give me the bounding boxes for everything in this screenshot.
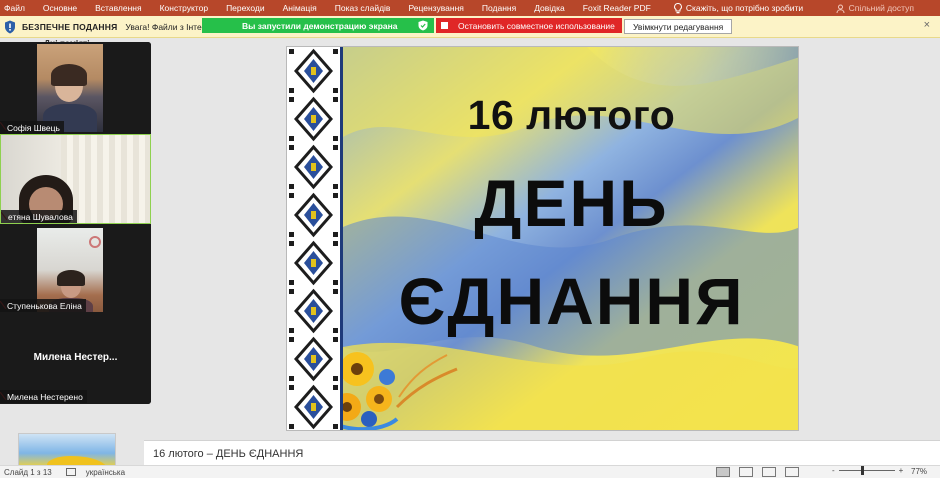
screen-share-status: Вы запустили демонстрацию экрана xyxy=(202,18,434,33)
ribbon-menu-bar: Файл Основне Вставлення Конструктор Пере… xyxy=(0,0,940,16)
slide-heading-line-2[interactable]: ЄДНАННЯ xyxy=(343,263,798,339)
spellcheck-icon[interactable] xyxy=(65,468,76,476)
slide-canvas[interactable]: 16 лютого ДЕНЬ ЄДНАННЯ xyxy=(286,46,799,431)
tab-file[interactable]: Файл xyxy=(0,3,34,13)
tab-home[interactable]: Основне xyxy=(34,3,86,13)
zoom-slider[interactable]: - + xyxy=(832,466,903,475)
tab-slide-show[interactable]: Показ слайдів xyxy=(326,3,400,13)
close-icon[interactable]: × xyxy=(924,19,930,31)
participant-big-name: Милена Нестер... xyxy=(33,352,118,363)
protected-view-message: Увага! Файли з Інтерн xyxy=(125,21,212,32)
tab-foxit-pdf[interactable]: Foxit Reader PDF xyxy=(574,3,660,13)
participant-name: етяна Шувалова xyxy=(1,210,77,223)
stop-square-icon xyxy=(441,22,448,29)
enable-editing-button[interactable]: Увімкнути редагування xyxy=(624,19,733,34)
person-icon xyxy=(836,4,845,13)
participant-gallery: Софія Швець етяна Шувалова Ступенькова Е… xyxy=(0,42,151,404)
participant-name: Милена Нестерено xyxy=(0,390,87,403)
tell-me-text: Скажіть, що потрібно зробити xyxy=(685,3,804,13)
tab-animations[interactable]: Анімація xyxy=(274,3,326,13)
participant-video xyxy=(37,44,103,132)
slide-heading-line-1[interactable]: ДЕНЬ xyxy=(343,165,798,241)
screen-share-status-text: Вы запустили демонстрацию экрана xyxy=(242,20,398,31)
share-label: Спільний доступ xyxy=(848,3,914,13)
zoom-in-button[interactable]: + xyxy=(899,466,904,475)
shield-check-icon xyxy=(418,20,428,31)
view-buttons xyxy=(716,467,799,477)
tell-me-box[interactable]: Скажіть, що потрібно зробити xyxy=(660,2,804,14)
zoom-knob[interactable] xyxy=(860,466,864,475)
stop-share-button[interactable]: Остановить совместное использование xyxy=(436,18,622,33)
language-indicator[interactable]: українська xyxy=(86,468,125,477)
participant-tile[interactable]: Ступенькова Еліна xyxy=(0,226,151,314)
hair-shape xyxy=(51,64,87,86)
participant-tile[interactable]: Софія Швець xyxy=(0,42,151,134)
tab-design[interactable]: Конструктор xyxy=(151,3,217,13)
hair-shape xyxy=(57,270,85,286)
normal-view-icon[interactable] xyxy=(716,467,730,477)
participant-tile-active[interactable]: етяна Шувалова xyxy=(0,134,151,224)
tab-help[interactable]: Довідка xyxy=(525,3,574,13)
slide-sorter-icon[interactable] xyxy=(739,467,753,477)
reading-view-icon[interactable] xyxy=(762,467,776,477)
participant-name: Ступенькова Еліна xyxy=(0,299,86,312)
notes-pane[interactable]: 16 лютого – ДЕНЬ ЄДНАННЯ xyxy=(144,440,940,465)
share-button[interactable]: Спільний доступ xyxy=(836,3,940,13)
tab-review[interactable]: Рецензування xyxy=(399,3,472,13)
slide-date-title[interactable]: 16 лютого xyxy=(343,92,798,139)
status-bar: Слайд 1 з 13 українська - + 77% xyxy=(0,465,940,478)
lamp-shape xyxy=(89,236,101,248)
participant-tile[interactable]: Милена Нестер... Милена Нестерено xyxy=(0,314,151,404)
participant-name: Софія Швець xyxy=(0,121,64,134)
notes-text: 16 лютого – ДЕНЬ ЄДНАННЯ xyxy=(153,448,304,460)
zoom-out-button[interactable]: - xyxy=(832,466,835,475)
zoom-level[interactable]: 77% xyxy=(911,467,927,476)
tab-transitions[interactable]: Переходи xyxy=(217,3,274,13)
tab-insert[interactable]: Вставлення xyxy=(86,3,150,13)
shield-icon xyxy=(5,20,15,33)
embroidery-ornament xyxy=(287,47,343,430)
stop-share-label: Остановить совместное использование xyxy=(458,20,615,31)
slide-counter: Слайд 1 з 13 xyxy=(4,467,52,477)
protected-view-title: БЕЗПЕЧНЕ ПОДАННЯ xyxy=(22,21,118,32)
zoom-track[interactable] xyxy=(838,466,895,475)
lightbulb-icon xyxy=(673,2,682,13)
slideshow-icon[interactable] xyxy=(785,467,799,477)
tab-view[interactable]: Подання xyxy=(473,3,525,13)
